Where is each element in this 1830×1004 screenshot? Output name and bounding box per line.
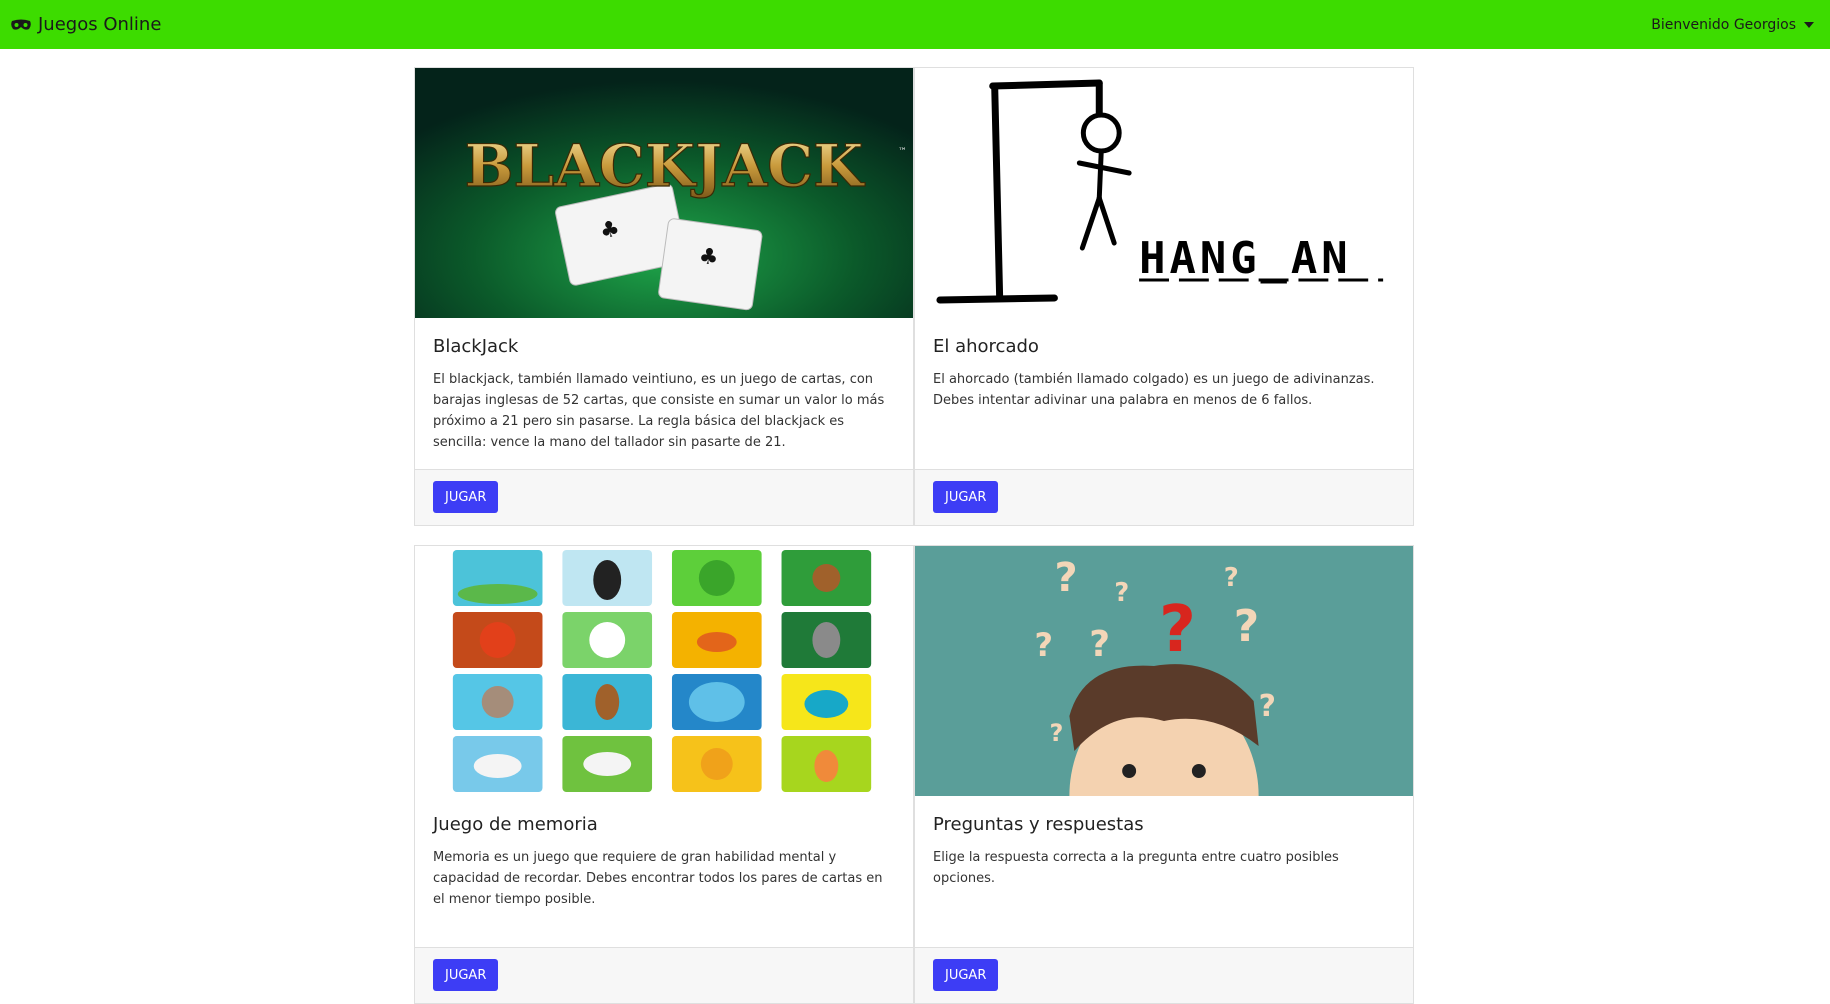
blackjack-logo-text: BLACKJACK bbox=[465, 132, 866, 200]
game-card-blackjack: ♣ ♣ BLACKJACK ™ BlackJack El blackjack, … bbox=[414, 67, 914, 526]
play-button-hangman[interactable]: JUGAR bbox=[933, 481, 999, 513]
caret-down-icon bbox=[1804, 21, 1814, 28]
svg-text:?: ? bbox=[1234, 601, 1259, 652]
card-title: El ahorcado bbox=[933, 336, 1039, 357]
svg-text:?: ? bbox=[1114, 578, 1129, 608]
card-footer: JUGAR bbox=[915, 469, 1413, 525]
top-navbar: Juegos Online Bienvenido Georgios bbox=[0, 0, 1830, 49]
svg-text:♣: ♣ bbox=[697, 244, 720, 272]
card-title: Preguntas y respuestas bbox=[933, 814, 1144, 835]
card-description: Elige la respuesta correcta a la pregunt… bbox=[933, 850, 1339, 886]
svg-text:?: ? bbox=[1054, 555, 1077, 601]
svg-text:?: ? bbox=[1224, 563, 1239, 593]
brand-link[interactable]: Juegos Online bbox=[10, 14, 161, 35]
card-title: Juego de memoria bbox=[433, 814, 598, 835]
svg-text:?: ? bbox=[1035, 626, 1053, 664]
svg-text:?: ? bbox=[1159, 593, 1196, 667]
play-button-quiz[interactable]: JUGAR bbox=[933, 959, 999, 991]
games-grid: ♣ ♣ BLACKJACK ™ BlackJack El blackjack, … bbox=[414, 67, 1414, 1004]
play-button-blackjack[interactable]: JUGAR bbox=[433, 481, 499, 513]
svg-text:?: ? bbox=[1089, 624, 1110, 665]
game-card-quiz: ? ? ? ? ? ? ? ? ? Preguntas y respuestas… bbox=[914, 545, 1414, 1004]
hangman-word: HANG_AN bbox=[1139, 233, 1352, 284]
card-description: El ahorcado (también llamado colgado) es… bbox=[933, 372, 1375, 408]
card-footer: JUGAR bbox=[915, 947, 1413, 1003]
card-footer: JUGAR bbox=[415, 947, 913, 1003]
svg-text:?: ? bbox=[1259, 689, 1276, 724]
brand-title: Juegos Online bbox=[38, 14, 162, 35]
svg-text:™: ™ bbox=[898, 147, 907, 157]
blackjack-image: ♣ ♣ BLACKJACK ™ bbox=[415, 68, 913, 318]
quiz-image: ? ? ? ? ? ? ? ? ? bbox=[915, 546, 1413, 796]
user-dropdown[interactable]: Bienvenido Georgios bbox=[1651, 17, 1814, 33]
card-title: BlackJack bbox=[433, 336, 519, 357]
gamepad-icon bbox=[11, 19, 31, 30]
card-description: Memoria es un juego que requiere de gran… bbox=[433, 850, 883, 907]
game-card-memory: Juego de memoria Memoria es un juego que… bbox=[414, 545, 914, 1004]
svg-text:?: ? bbox=[1049, 719, 1063, 747]
card-footer: JUGAR bbox=[415, 469, 913, 525]
memory-image bbox=[415, 546, 913, 796]
card-description: El blackjack, también llamado veintiuno,… bbox=[433, 372, 885, 450]
hangman-image: HANG_AN bbox=[915, 68, 1413, 318]
play-button-memory[interactable]: JUGAR bbox=[433, 959, 499, 991]
game-card-hangman: HANG_AN El ahorcado El ahorcado (también… bbox=[914, 67, 1414, 526]
user-greeting: Bienvenido Georgios bbox=[1651, 16, 1796, 33]
